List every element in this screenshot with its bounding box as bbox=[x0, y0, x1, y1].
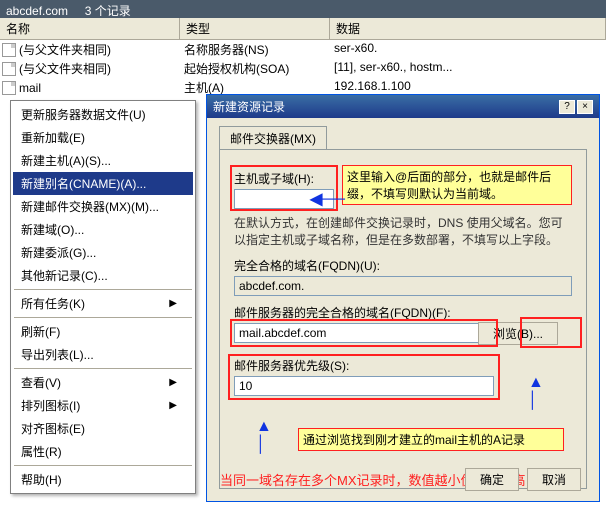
close-icon[interactable]: × bbox=[577, 100, 593, 114]
new-record-dialog: 新建资源记录 ? × 邮件交换器(MX) 主机或子域(H): 这里输入@后面的部… bbox=[206, 94, 600, 502]
dialog-titlebar[interactable]: 新建资源记录 ? × bbox=[207, 95, 599, 118]
arrow-up-icon: ▲│ bbox=[528, 374, 544, 410]
col-name[interactable]: 名称 bbox=[0, 18, 180, 39]
menu-new-domain[interactable]: 新建域(O)... bbox=[13, 218, 193, 241]
chevron-right-icon: ▶ bbox=[169, 298, 177, 309]
table-header: 名称 类型 数据 bbox=[0, 18, 606, 40]
menu-align-icons[interactable]: 对齐图标(E) bbox=[13, 417, 193, 440]
priority-label: 邮件服务器优先级(S): bbox=[234, 357, 572, 374]
menu-export[interactable]: 导出列表(L)... bbox=[13, 343, 193, 366]
help-icon[interactable]: ? bbox=[559, 100, 575, 114]
callout-host: 这里输入@后面的部分，也就是邮件后缀，不填写则默认为当前域。 bbox=[342, 165, 572, 205]
table-row[interactable]: (与父文件夹相同) 名称服务器(NS) ser-x60. bbox=[0, 40, 606, 59]
record-icon bbox=[2, 62, 16, 76]
table-row[interactable]: (与父文件夹相同) 起始授权机构(SOA) [11], ser-x60., ho… bbox=[0, 59, 606, 78]
dialog-title: 新建资源记录 bbox=[213, 98, 285, 115]
browse-button[interactable]: 浏览(B)... bbox=[478, 322, 558, 345]
menu-all-tasks[interactable]: 所有任务(K)▶ bbox=[13, 292, 193, 315]
menu-new-delegation[interactable]: 新建委派(G)... bbox=[13, 241, 193, 264]
tab-mx[interactable]: 邮件交换器(MX) bbox=[219, 126, 327, 150]
help-text: 在默认方式，在创建邮件交换记录时，DNS 使用父域名。您可以指定主机或子域名称，… bbox=[234, 215, 572, 249]
menu-separator bbox=[14, 289, 192, 290]
context-menu: 更新服务器数据文件(U) 重新加载(E) 新建主机(A)(S)... 新建别名(… bbox=[10, 100, 196, 494]
menu-separator bbox=[14, 317, 192, 318]
chevron-right-icon: ▶ bbox=[169, 377, 177, 388]
menu-new-mx[interactable]: 新建邮件交换器(MX)(M)... bbox=[13, 195, 193, 218]
record-icon bbox=[2, 81, 16, 95]
cancel-button[interactable]: 取消 bbox=[527, 468, 581, 491]
menu-other-records[interactable]: 其他新记录(C)... bbox=[13, 264, 193, 287]
menu-reload[interactable]: 重新加载(E) bbox=[13, 126, 193, 149]
arrow-up-icon: ▲│ bbox=[256, 418, 272, 454]
zone-titlebar: abcdef.com 3 个记录 bbox=[0, 0, 606, 18]
arrow-left-icon: ◀── bbox=[310, 189, 345, 209]
menu-update-server[interactable]: 更新服务器数据文件(U) bbox=[13, 103, 193, 126]
domain-name: abcdef.com bbox=[6, 4, 68, 18]
menu-help[interactable]: 帮助(H) bbox=[13, 468, 193, 491]
menu-view[interactable]: 查看(V)▶ bbox=[13, 371, 193, 394]
menu-refresh[interactable]: 刷新(F) bbox=[13, 320, 193, 343]
menu-new-host[interactable]: 新建主机(A)(S)... bbox=[13, 149, 193, 172]
ok-button[interactable]: 确定 bbox=[465, 468, 519, 491]
mailfqdn-label: 邮件服务器的完全合格的域名(FQDN)(F): bbox=[234, 304, 572, 321]
callout-browse: 通过浏览找到刚才建立的mail主机的A记录 bbox=[298, 428, 564, 451]
record-count: 3 个记录 bbox=[85, 4, 131, 18]
record-icon bbox=[2, 43, 16, 57]
menu-separator bbox=[14, 368, 192, 369]
fqdn-label: 完全合格的域名(FQDN)(U): bbox=[234, 257, 572, 274]
menu-new-cname[interactable]: 新建别名(CNAME)(A)... bbox=[13, 172, 193, 195]
tab-content: 主机或子域(H): 这里输入@后面的部分，也就是邮件后缀，不填写则默认为当前域。… bbox=[219, 149, 587, 489]
menu-separator bbox=[14, 465, 192, 466]
menu-arrange-icons[interactable]: 排列图标(I)▶ bbox=[13, 394, 193, 417]
col-type[interactable]: 类型 bbox=[180, 18, 330, 39]
chevron-right-icon: ▶ bbox=[169, 400, 177, 411]
priority-input[interactable] bbox=[234, 376, 494, 396]
mailfqdn-input[interactable] bbox=[234, 323, 494, 343]
col-data[interactable]: 数据 bbox=[330, 18, 606, 39]
menu-properties[interactable]: 属性(R) bbox=[13, 440, 193, 463]
fqdn-input bbox=[234, 276, 572, 296]
